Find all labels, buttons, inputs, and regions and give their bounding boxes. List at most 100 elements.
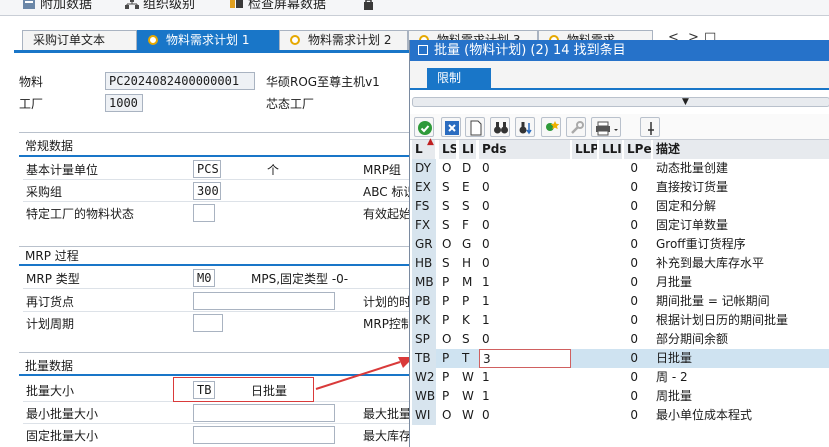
cell-l: DY: [412, 159, 436, 178]
cell-lper: 0: [630, 256, 638, 270]
column-header-desc[interactable]: 描述: [653, 140, 829, 159]
print-button[interactable]: [591, 117, 621, 137]
expand-triangle-icon: ▼: [682, 97, 689, 107]
personal-list-button[interactable]: [541, 117, 561, 137]
cell-desc: 日批量: [656, 351, 693, 365]
wrench-icon: [571, 121, 584, 134]
cell-desc: 固定订单数量: [656, 218, 729, 232]
cell-pds: 0: [482, 408, 490, 422]
cell-li: D: [462, 161, 472, 175]
table-row[interactable]: PK P K 1 0 根据计划日历的期间批量: [412, 311, 829, 330]
cell-li: E: [462, 180, 470, 194]
cell-desc: 动态批量创建: [656, 161, 729, 175]
confirm-button[interactable]: [414, 117, 434, 137]
table-row[interactable]: TB P T 3 0 日批量: [412, 349, 829, 368]
cell-lli: [599, 368, 623, 387]
cell-lli: [599, 254, 623, 273]
cell-li: M: [462, 275, 473, 289]
column-header-llp[interactable]: LLP: [572, 140, 598, 159]
cell-lli: [599, 406, 623, 425]
cell-desc: 最小单位成本程式: [656, 408, 753, 422]
cell-lper: 0: [630, 237, 638, 251]
cell-li: W: [462, 408, 474, 422]
find-button[interactable]: [490, 117, 510, 137]
column-header-ls[interactable]: LS: [439, 140, 457, 159]
cell-li: G: [462, 237, 472, 251]
table-row[interactable]: FX S F 0 0 固定订单数量: [412, 216, 829, 235]
value-help-dialog: 批量 (物料计划) (2) 14 找到条目 限制 ▼ L LS LI Pds L…: [409, 40, 829, 447]
cell-lper: 0: [630, 313, 638, 327]
table-row[interactable]: MB P M 1 0 月批量: [412, 273, 829, 292]
cell-lper: 0: [630, 275, 638, 289]
cell-l: PK: [412, 311, 436, 330]
cell-li: S: [462, 199, 470, 213]
settings-button[interactable]: [566, 117, 586, 137]
cell-l: HB: [412, 254, 436, 273]
cell-ls: S: [442, 218, 450, 232]
cell-l: PB: [412, 292, 436, 311]
cell-li: H: [462, 256, 472, 270]
cell-ls: O: [442, 408, 452, 422]
cell-lli: [599, 197, 623, 216]
table-row[interactable]: SP O S 0 0 部分期间余额: [412, 330, 829, 349]
column-header-lper[interactable]: LPer: [624, 140, 652, 159]
cell-pds: 0: [482, 237, 490, 251]
cell-pds: 0: [482, 332, 490, 346]
cell-desc: 部分期间余额: [656, 332, 729, 346]
table-row[interactable]: PB P P 1 0 期间批量 = 记帐期间: [412, 292, 829, 311]
table-row[interactable]: DY O D 0 0 动态批量创建: [412, 159, 829, 178]
find-next-button[interactable]: [515, 117, 535, 137]
cell-llp: [572, 311, 598, 330]
cell-lper: 0: [630, 351, 638, 365]
cancel-button[interactable]: [441, 117, 461, 137]
cell-desc: 根据计划日历的期间批量: [656, 313, 789, 327]
cell-llp: [572, 216, 598, 235]
column-header-pds[interactable]: Pds: [479, 140, 571, 159]
cell-lper: 0: [630, 294, 638, 308]
cell-llp: [572, 387, 598, 406]
column-header-lli[interactable]: LLI: [599, 140, 623, 159]
cell-pds: 1: [482, 370, 490, 384]
cell-pds: 1: [482, 313, 490, 327]
cell-ls: S: [442, 180, 450, 194]
dialog-tab-underline: [410, 88, 829, 90]
find-next-icon: [519, 122, 532, 135]
cell-pds: 0: [482, 218, 490, 232]
cell-lper: 0: [630, 332, 638, 346]
table-row[interactable]: FS S S 0 0 固定和分解: [412, 197, 829, 216]
cell-pds: 0: [482, 180, 490, 194]
cell-lper: 0: [630, 408, 638, 422]
cell-desc: 固定和分解: [656, 199, 717, 213]
cell-ls: P: [442, 294, 450, 308]
table-row[interactable]: EX S E 0 0 直接按订货量: [412, 178, 829, 197]
cell-pds: 1: [482, 389, 490, 403]
restrictions-expander[interactable]: ▼: [412, 97, 829, 107]
table-row[interactable]: GR O G 0 0 Groff重订货程序: [412, 235, 829, 254]
table-row[interactable]: WI O W 0 0 最小单位成本程式: [412, 406, 829, 425]
cell-llp: [572, 178, 598, 197]
cell-lper: 0: [630, 389, 638, 403]
cell-l: W2: [412, 368, 436, 387]
table-row[interactable]: W2 P W 1 0 周 - 2: [412, 368, 829, 387]
cell-l: WI: [412, 406, 436, 425]
cell-llp: [572, 159, 598, 178]
cell-ls: P: [442, 351, 450, 365]
check-icon: [418, 121, 432, 135]
cell-lper: 0: [630, 218, 638, 232]
cell-llp: [572, 368, 598, 387]
cell-lper: 0: [630, 199, 638, 213]
cell-lli: [599, 178, 623, 197]
new-document-button[interactable]: [465, 117, 485, 137]
cell-ls: O: [442, 237, 452, 251]
table-row[interactable]: WB P W 1 0 周批量: [412, 387, 829, 406]
cell-li: F: [462, 218, 469, 232]
info-button[interactable]: [640, 117, 660, 137]
cell-ls: P: [442, 313, 450, 327]
cell-ls: S: [442, 256, 450, 270]
table-row[interactable]: HB S H 0 0 补充到最大库存水平: [412, 254, 829, 273]
column-header-li[interactable]: LI: [459, 140, 477, 159]
dialog-title-bar[interactable]: 批量 (物料计划) (2) 14 找到条目: [410, 40, 829, 61]
cell-desc: 月批量: [656, 275, 693, 289]
tab-restrictions[interactable]: 限制: [427, 68, 491, 89]
cell-pds: 0: [482, 256, 490, 270]
